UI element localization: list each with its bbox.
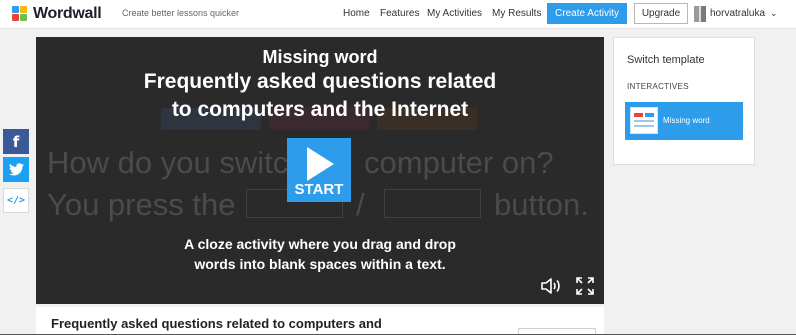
tagline: Create better lessons quicker bbox=[122, 8, 240, 18]
top-bar: Wordwall Create better lessons quicker H… bbox=[0, 0, 796, 29]
logo[interactable]: Wordwall bbox=[12, 5, 102, 23]
template-option-missing-word[interactable]: Missing word bbox=[625, 102, 743, 140]
username: horvatraluka bbox=[710, 8, 766, 19]
start-label: START bbox=[294, 181, 344, 198]
nav-my-activities[interactable]: My Activities bbox=[427, 8, 482, 19]
background-sentence-2-end: button. bbox=[494, 187, 589, 222]
nav-features[interactable]: Features bbox=[380, 8, 419, 19]
activity-description: A cloze activity where you drag and drop… bbox=[36, 234, 604, 274]
start-button[interactable]: START bbox=[287, 138, 351, 202]
switch-template-panel: Switch template INTERACTIVES Missing wor… bbox=[613, 37, 755, 165]
facebook-icon: f bbox=[12, 132, 20, 151]
background-sentence-1-start: How do you switc bbox=[47, 145, 289, 180]
template-name: Missing word bbox=[262, 47, 378, 67]
create-activity-button[interactable]: Create Activity bbox=[547, 3, 627, 24]
nav-home[interactable]: Home bbox=[343, 8, 370, 19]
play-icon bbox=[307, 147, 334, 181]
twitter-icon bbox=[8, 163, 24, 176]
activity-player[interactable]: How do you switc computer on? You press … bbox=[36, 37, 604, 304]
upgrade-button[interactable]: Upgrade bbox=[634, 3, 688, 24]
description-line-1: A cloze activity where you drag and drop bbox=[184, 236, 456, 252]
facebook-share-button[interactable]: f bbox=[3, 129, 29, 154]
template-label: Missing word bbox=[663, 116, 710, 125]
sound-icon[interactable] bbox=[540, 277, 562, 295]
fullscreen-icon[interactable] bbox=[575, 276, 595, 296]
chevron-down-icon: ⌄ bbox=[770, 8, 778, 18]
panel-title: Switch template bbox=[627, 54, 705, 66]
panel-section-label: INTERACTIVES bbox=[627, 82, 689, 91]
user-menu[interactable]: horvatraluka ⌄ bbox=[694, 4, 778, 23]
user-avatar bbox=[694, 5, 706, 22]
background-sentence-2-start: You press the bbox=[47, 187, 236, 222]
embed-button[interactable]: </> bbox=[3, 188, 29, 213]
activity-heading: Frequently asked questions related to co… bbox=[51, 316, 382, 331]
answer-blank bbox=[384, 189, 481, 218]
background-sentence-1-end: computer on? bbox=[364, 145, 554, 180]
activity-title-line-2: to computers and the Internet bbox=[171, 98, 469, 121]
twitter-share-button[interactable] bbox=[3, 157, 29, 182]
nav-my-results[interactable]: My Results bbox=[492, 8, 541, 19]
wordwall-logo-icon bbox=[12, 6, 30, 22]
template-thumbnail bbox=[630, 107, 658, 134]
embed-icon: </> bbox=[6, 195, 26, 206]
description-line-2: words into blank spaces within a text. bbox=[194, 256, 446, 272]
logo-text: Wordwall bbox=[33, 5, 102, 22]
activity-title-line-1: Frequently asked questions related bbox=[143, 70, 497, 93]
background-slash: / bbox=[356, 187, 365, 222]
